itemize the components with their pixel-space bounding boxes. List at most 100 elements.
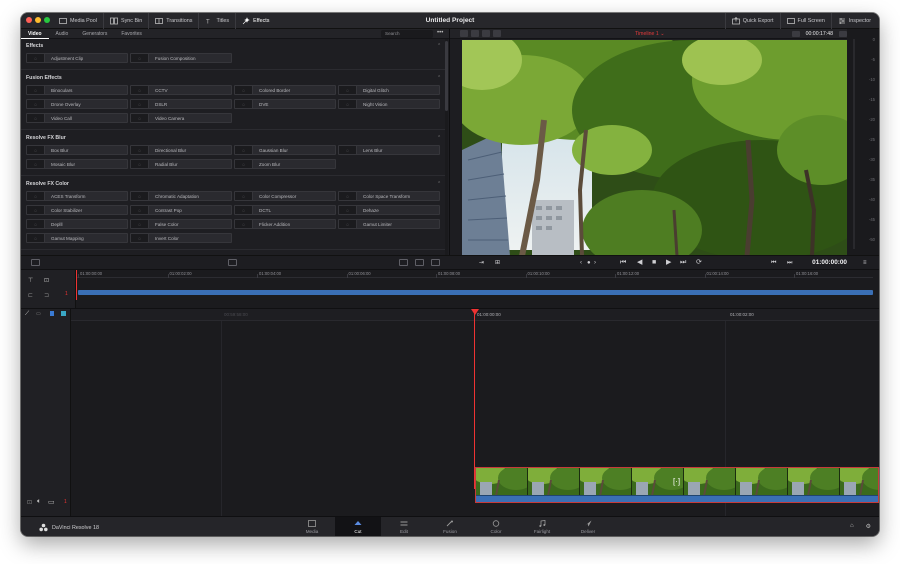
- timeline-selector[interactable]: Timeline 1 ⌄: [635, 29, 665, 39]
- collapse-caret-icon[interactable]: ⌃: [437, 75, 441, 81]
- overview-playhead[interactable]: [76, 270, 77, 300]
- effect-item[interactable]: ◌ False Color: [130, 219, 232, 229]
- layout-single-icon[interactable]: [460, 30, 468, 37]
- section-title[interactable]: Resolve FX Color: [26, 181, 69, 187]
- home-icon[interactable]: ⌂: [850, 523, 854, 530]
- audio-lock-icon[interactable]: ⊡: [27, 499, 32, 506]
- quick-export-button[interactable]: Quick Export: [724, 13, 780, 29]
- track-settings-icon[interactable]: ▭: [36, 311, 41, 317]
- track-lock-icon[interactable]: ⊏: [28, 292, 33, 299]
- go-to-start-icon[interactable]: ⏮: [620, 258, 626, 268]
- jog-dot-icon[interactable]: ●: [587, 258, 591, 268]
- viewer-image[interactable]: [462, 40, 857, 256]
- section-title[interactable]: Fusion Effects: [26, 75, 62, 81]
- video-clip[interactable]: [·]: [475, 467, 879, 503]
- tab-generators[interactable]: Generators: [75, 29, 114, 39]
- effects-scrollbar[interactable]: [445, 39, 448, 255]
- effect-item[interactable]: ◌ Binoculars: [26, 85, 128, 95]
- source-tape-icon[interactable]: ⇥: [479, 258, 484, 268]
- section-title[interactable]: Effects: [26, 43, 43, 49]
- layout-list-icon[interactable]: [493, 30, 501, 37]
- next-clip-icon[interactable]: ⏭: [787, 258, 792, 268]
- effect-item[interactable]: ◌ Night Vision: [338, 99, 440, 109]
- effect-item[interactable]: ◌ Gamut Limiter: [338, 219, 440, 229]
- timeline-tools-icon[interactable]: ⊤: [28, 277, 33, 284]
- speaker-icon[interactable]: 🔈︎: [37, 498, 41, 506]
- effect-item[interactable]: ◌ DVE: [234, 99, 336, 109]
- overview-clip[interactable]: [78, 290, 873, 295]
- effect-item[interactable]: ◌ Contrast Pop: [130, 205, 232, 215]
- page-cut[interactable]: Cut: [335, 517, 381, 536]
- page-edit[interactable]: Edit: [381, 517, 427, 536]
- tab-audio[interactable]: Audio: [49, 29, 76, 39]
- tab-favorites[interactable]: Favorites: [114, 29, 149, 39]
- play-icon[interactable]: ▶: [666, 258, 671, 268]
- collapse-caret-icon[interactable]: ⌃: [437, 181, 441, 187]
- effect-item[interactable]: ◌ Color Space Transform: [338, 191, 440, 201]
- go-to-end-icon[interactable]: ⏭: [680, 258, 686, 268]
- full-screen-button[interactable]: Full Screen: [779, 13, 831, 29]
- effect-item[interactable]: ◌ Directional Blur: [130, 145, 232, 155]
- playhead[interactable]: [474, 309, 475, 489]
- playhead-marker[interactable]: [471, 309, 479, 315]
- video-track-toggle-icon[interactable]: ▭: [48, 498, 55, 506]
- effect-item[interactable]: ◌ Box Blur: [26, 145, 128, 155]
- effect-item[interactable]: ◌ Colored Border: [234, 85, 336, 95]
- color-blue-icon[interactable]: [50, 311, 54, 316]
- place-on-top-icon[interactable]: [431, 259, 440, 266]
- effect-item[interactable]: ◌ Dehaze: [338, 205, 440, 215]
- close-up-icon[interactable]: [415, 259, 424, 266]
- trim-handle-icon[interactable]: [·]: [673, 477, 680, 486]
- viewer-options-icon[interactable]: [839, 31, 847, 37]
- effect-item[interactable]: ◌ Zoom Blur: [234, 159, 336, 169]
- page-media[interactable]: Media: [289, 517, 335, 536]
- effect-item[interactable]: ◌ Lens Blur: [338, 145, 440, 155]
- settings-gear-icon[interactable]: ⚙: [866, 523, 871, 530]
- overview-ruler[interactable]: 01:00:00:00 01:00:02:00 01:00:04:00 01:00:0…: [76, 270, 873, 278]
- loop-icon[interactable]: ⟳: [696, 258, 702, 268]
- effects-search-input[interactable]: Search: [381, 30, 433, 38]
- effect-item[interactable]: ◌ Chromatic Adaptation: [130, 191, 232, 201]
- stop-icon[interactable]: ■: [652, 258, 656, 268]
- effect-item[interactable]: ◌ Color Compressor: [234, 191, 336, 201]
- viewer-menu-icon[interactable]: ≡: [863, 258, 867, 268]
- effect-item[interactable]: ◌ Video Camera: [130, 113, 232, 123]
- razor-icon[interactable]: ⟋: [25, 311, 29, 318]
- layout-grid-icon[interactable]: [482, 30, 490, 37]
- effect-item[interactable]: ◌ Drone Overlay: [26, 99, 128, 109]
- effect-item[interactable]: ◌ Fusion Composition: [130, 53, 232, 63]
- snap-icon[interactable]: ⊡: [44, 277, 49, 284]
- effect-item[interactable]: ◌ Invert Color: [130, 233, 232, 243]
- play-reverse-icon[interactable]: ◀: [637, 258, 642, 268]
- tab-video[interactable]: Video: [21, 29, 49, 39]
- effect-item[interactable]: ◌ Radial Blur: [130, 159, 232, 169]
- effect-item[interactable]: ◌ Video Call: [26, 113, 128, 123]
- trim-editor-icon[interactable]: ⊞: [495, 258, 500, 268]
- layout-dual-icon[interactable]: [471, 30, 479, 37]
- section-title[interactable]: Resolve FX Blur: [26, 135, 66, 141]
- append-icon[interactable]: [228, 259, 237, 266]
- page-fairlight[interactable]: Fairlight: [519, 517, 565, 536]
- effect-item[interactable]: ◌ Mosaic Blur: [26, 159, 128, 169]
- effect-item[interactable]: ◌ Color Stabilizer: [26, 205, 128, 215]
- ripple-overwrite-icon[interactable]: [399, 259, 408, 266]
- effect-item[interactable]: ◌ CCTV: [130, 85, 232, 95]
- inspector-button[interactable]: Inspector: [830, 13, 877, 29]
- page-fusion[interactable]: Fusion: [427, 517, 473, 536]
- effect-item[interactable]: ◌ Gamut Mapping: [26, 233, 128, 243]
- collapse-caret-icon[interactable]: ⌃: [437, 135, 441, 141]
- jog-left-icon[interactable]: ‹: [580, 258, 582, 268]
- page-deliver[interactable]: Deliver: [565, 517, 611, 536]
- effect-item[interactable]: ◌ Gaussian Blur: [234, 145, 336, 155]
- effect-item[interactable]: ◌ ACES Transform: [26, 191, 128, 201]
- previous-clip-icon[interactable]: ⏮: [771, 258, 776, 268]
- color-teal-icon[interactable]: [61, 311, 66, 316]
- smart-insert-icon[interactable]: [31, 259, 40, 266]
- effect-item[interactable]: ◌ DCTL: [234, 205, 336, 215]
- effect-item[interactable]: ◌ DSLR: [130, 99, 232, 109]
- more-options-icon[interactable]: •••: [437, 29, 443, 38]
- effect-item[interactable]: ◌ Digital Glitch: [338, 85, 440, 95]
- collapse-caret-icon[interactable]: ⌃: [437, 43, 441, 49]
- effect-item[interactable]: ◌ Deplll: [26, 219, 128, 229]
- effect-item[interactable]: ◌ Flicker Addition: [234, 219, 336, 229]
